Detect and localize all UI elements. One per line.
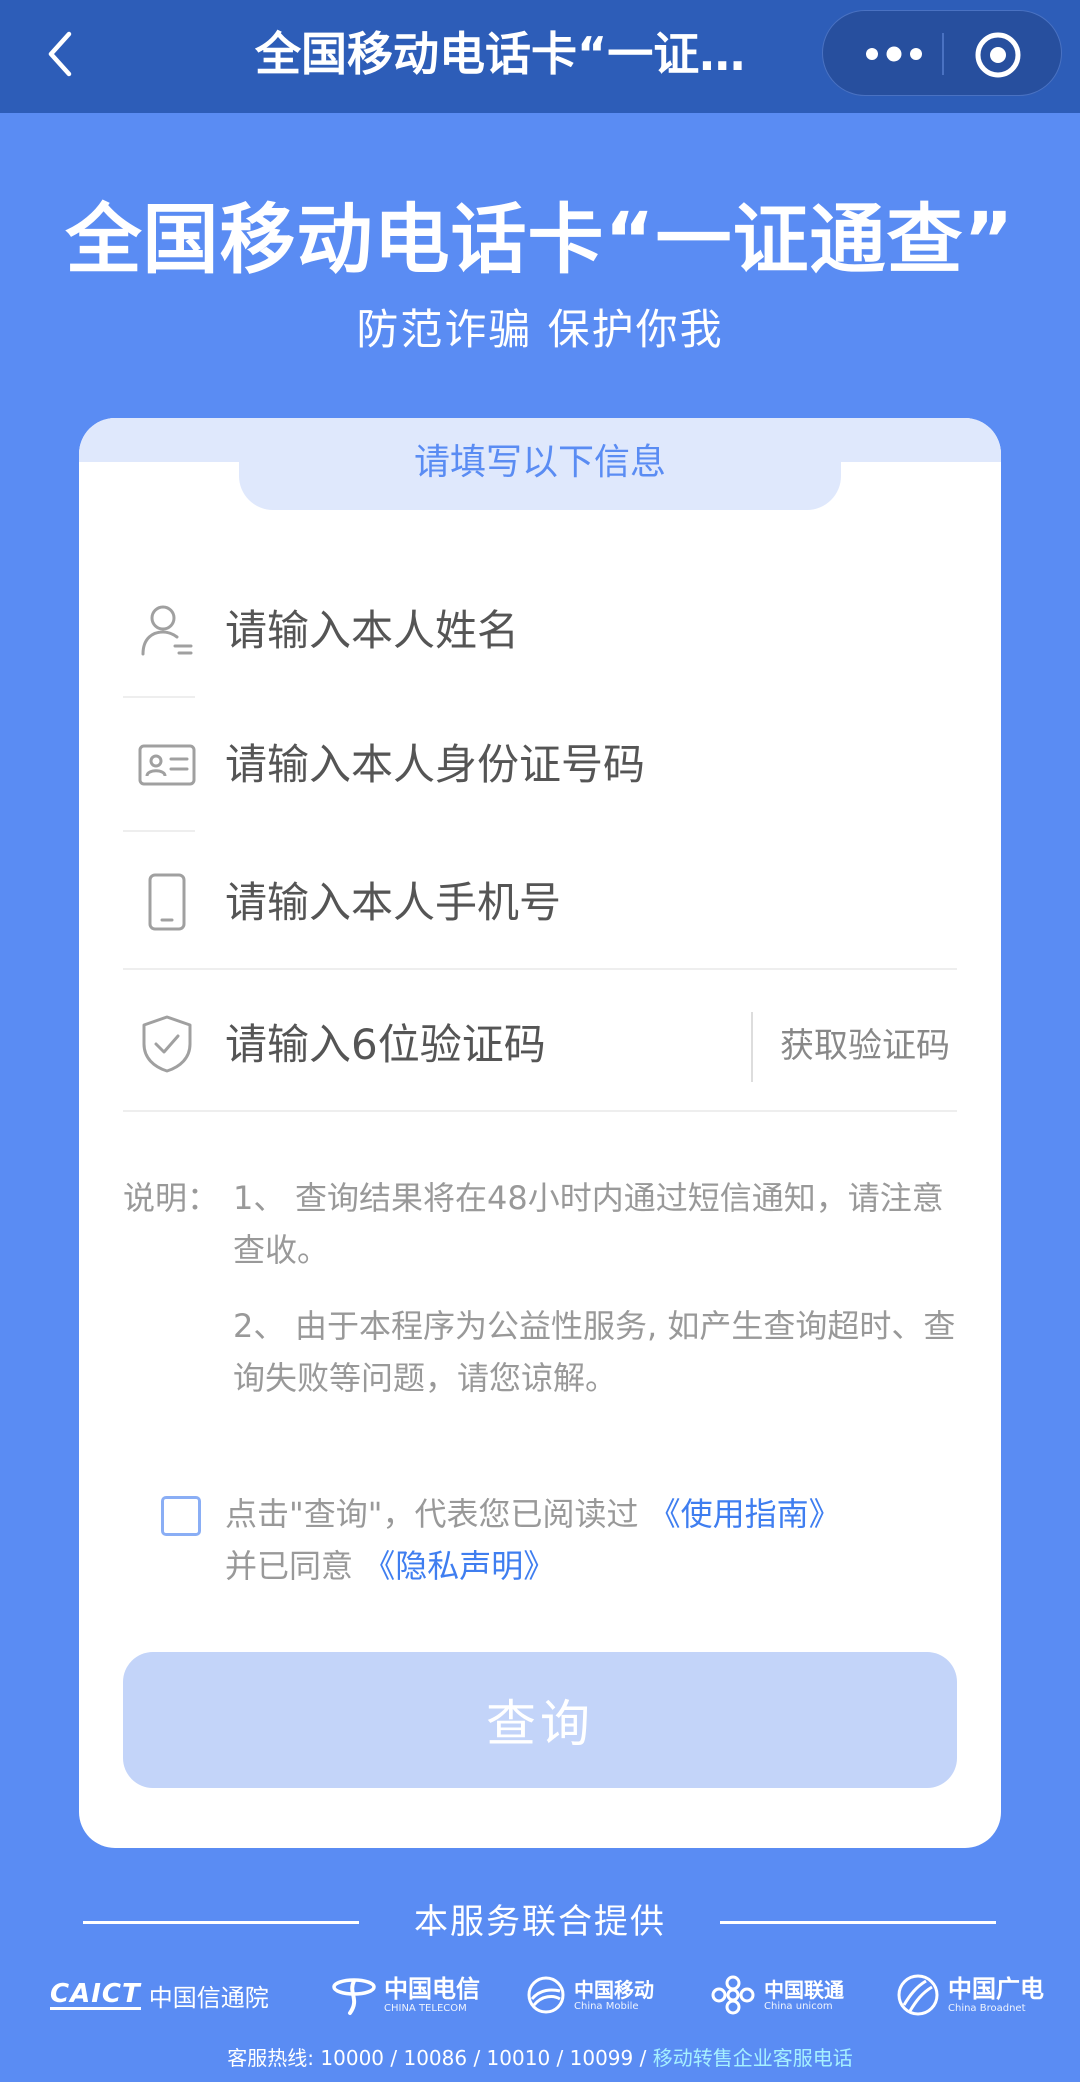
china-unicom-logo: 中国联通 China unicom (710, 1965, 844, 2025)
form-fields-layer: 获取验证码 说明： 1、查询结果将在48小时内通过短信通知，请注意查收。 2、由… (79, 0, 1001, 2082)
china-broadnet-logo: 中国广电 China Broadnet (896, 1965, 1044, 2025)
unicom-icon (710, 1975, 756, 2015)
id-number-field (123, 700, 957, 832)
mobile-sub: China Mobile (574, 2000, 639, 2012)
footer-divider-left (83, 1921, 359, 1924)
broadnet-icon (896, 1973, 940, 2017)
phone-field (123, 838, 957, 970)
mobile-icon (526, 1975, 566, 2015)
note-number: 2、 (233, 1307, 286, 1345)
telecom-name: 中国电信 (384, 1975, 480, 2004)
chevron-left-icon (48, 31, 72, 77)
id-card-icon (135, 732, 199, 796)
unicom-name: 中国联通 (764, 1977, 844, 2002)
verification-code-field: 获取验证码 (123, 980, 957, 1112)
partner-logos: CAICT 中国信通院 中国电信 CHINA TELECOM 中国移动 Chin… (50, 1965, 1044, 2025)
footer-title: 本服务联合提供 (414, 1902, 666, 1942)
shield-check-icon (135, 1012, 199, 1076)
footer-divider-right (720, 1921, 996, 1924)
mobile-phone-icon (135, 870, 199, 934)
phone-input[interactable] (225, 866, 825, 938)
notes-label: 说明： (123, 1179, 220, 1217)
field-divider (123, 968, 957, 970)
name-input[interactable] (225, 594, 825, 666)
code-divider (751, 1012, 753, 1082)
query-button[interactable]: 查询 (123, 1652, 957, 1788)
verification-code-input[interactable] (225, 1008, 725, 1080)
user-icon (135, 598, 199, 662)
broadnet-sub: China Broadnet (948, 2002, 1026, 2014)
china-telecom-logo: 中国电信 CHINA TELECOM (332, 1965, 480, 2025)
unicom-sub: China unicom (764, 2000, 833, 2012)
field-divider (123, 830, 195, 832)
name-field (123, 566, 957, 698)
mvno-hotline-link[interactable]: 移动转售企业客服电话 (653, 2046, 853, 2070)
note-item: 1、 查询结果将在48小时内通过短信通知，请注意查收。 (233, 1172, 973, 1276)
get-code-button[interactable]: 获取验证码 (773, 1010, 957, 1082)
privacy-statement-link[interactable]: 《隐私声明》 (363, 1547, 555, 1585)
agreement-checkbox[interactable] (161, 1496, 201, 1536)
note-text: 查询结果将在48小时内通过短信通知，请注意查收。 (233, 1179, 944, 1269)
usage-guide-link[interactable]: 《使用指南》 (649, 1495, 841, 1533)
mobile-name: 中国移动 (574, 1977, 654, 2002)
id-number-input[interactable] (225, 728, 825, 800)
note-number: 1、 (233, 1179, 286, 1217)
telecom-icon (332, 1973, 376, 2017)
telecom-sub: CHINA TELECOM (384, 2002, 467, 2014)
note-item: 2、 由于本程序为公益性服务, 如产生查询超时、查询失败等问题，请您谅解。 (233, 1300, 973, 1404)
agreement-text: 点击"查询"，代表您已阅读过 《使用指南》 并已同意 《隐私声明》 (225, 1488, 945, 1592)
broadnet-name: 中国广电 (948, 1975, 1044, 2004)
note-text: 由于本程序为公益性服务, 如产生查询超时、查询失败等问题，请您谅解。 (233, 1307, 956, 1397)
agreement-text-mid: 并已同意 (225, 1547, 354, 1585)
caict-logo: CAICT 中国信通院 (50, 1965, 269, 2025)
agreement-text-before: 点击"查询"，代表您已阅读过 (225, 1495, 639, 1533)
field-divider (123, 696, 195, 698)
caict-name: 中国信通院 (148, 1983, 269, 2012)
back-button[interactable] (40, 26, 80, 82)
hotline: 客服热线: 10000 / 10086 / 10010 / 10099 / 移动… (0, 2040, 1080, 2076)
caict-mark: CAICT (50, 1978, 141, 2010)
china-mobile-logo: 中国移动 China Mobile (526, 1965, 654, 2025)
hotline-text: 客服热线: 10000 / 10086 / 10010 / 10099 / (227, 2046, 653, 2070)
field-divider (123, 1110, 957, 1112)
